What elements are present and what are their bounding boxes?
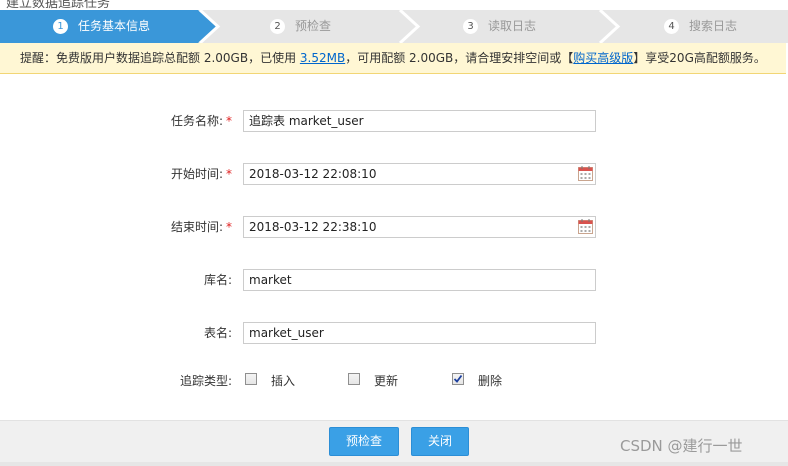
step-4: 4 搜索日志 (664, 10, 737, 43)
table-name-label: 表名: (203, 326, 232, 340)
step-4-number: 4 (664, 19, 679, 34)
insert-label: 插入 (271, 374, 296, 388)
step-3-separator (398, 10, 421, 43)
bottom-strip (0, 462, 788, 466)
insert-checkbox[interactable] (245, 373, 257, 385)
step-wizard: 1 任务基本信息 2 预检查 3 读取日志 4 搜索日志 (0, 10, 788, 43)
notice-middle: ，可用配额 2.00GB，请合理安排空间或【 (345, 51, 574, 65)
end-time-row: 结束时间: * 2018-03-12 22:38:10 (0, 216, 788, 240)
precheck-button[interactable]: 预检查 (329, 427, 399, 456)
delete-checkbox[interactable] (452, 373, 464, 385)
step-2: 2 预检查 (270, 10, 331, 43)
task-name-input[interactable]: 追踪表 market_user (243, 110, 596, 132)
step-4-separator (598, 10, 621, 43)
step-3-label: 读取日志 (488, 19, 537, 33)
close-button[interactable]: 关闭 (411, 427, 469, 456)
required-mark: * (226, 220, 232, 234)
track-type-label: 追踪类型: (179, 374, 232, 388)
step-3-number: 3 (463, 19, 478, 34)
task-name-row: 任务名称: * 追踪表 market_user (0, 110, 788, 134)
upgrade-link[interactable]: 购买高级版 (573, 51, 633, 65)
window-title-strip: 建立数据追踪任务 (0, 0, 788, 10)
step-4-label: 搜索日志 (689, 19, 738, 33)
delete-label: 删除 (478, 374, 503, 388)
required-mark: * (226, 114, 232, 128)
calendar-icon[interactable] (578, 219, 593, 234)
step-1: 1 任务基本信息 (53, 10, 150, 43)
checkmark-icon (453, 374, 463, 383)
calendar-icon[interactable] (578, 166, 593, 181)
track-type-row: 追踪类型: 插入 更新 删除 (0, 370, 788, 390)
quota-notice: 提醒：免费版用户数据追踪总配额 2.00GB，已使用 3.52MB，可用配额 2… (0, 43, 786, 74)
step-2-label: 预检查 (295, 19, 332, 33)
table-name-input[interactable]: market_user (243, 322, 596, 344)
used-quota-link[interactable]: 3.52MB (300, 51, 345, 65)
start-time-label: 开始时间: * (120, 163, 232, 185)
db-name-row: 库名: market (0, 269, 788, 293)
start-time-row: 开始时间: * 2018-03-12 22:08:10 (0, 163, 788, 187)
step-2-number: 2 (270, 19, 285, 34)
update-checkbox[interactable] (348, 373, 360, 385)
notice-prefix: 提醒：免费版用户数据追踪总配额 2.00GB，已使用 (20, 51, 300, 65)
required-mark: * (226, 167, 232, 181)
window-title: 建立数据追踪任务 (6, 0, 111, 10)
start-time-input[interactable]: 2018-03-12 22:08:10 (243, 163, 596, 185)
db-name-input[interactable]: market (243, 269, 596, 291)
table-name-row: 表名: market_user (0, 322, 788, 346)
start-time-label-text: 开始时间: (170, 167, 223, 181)
end-time-input[interactable]: 2018-03-12 22:38:10 (243, 216, 596, 238)
step-3: 3 读取日志 (463, 10, 536, 43)
step-1-label: 任务基本信息 (78, 19, 151, 33)
watermark: CSDN @建行一世 (620, 437, 743, 455)
task-name-label-text: 任务名称: (170, 114, 223, 128)
task-name-label: 任务名称: * (120, 110, 232, 132)
update-label: 更新 (374, 374, 399, 388)
end-time-label: 结束时间: * (120, 216, 232, 238)
step-1-number: 1 (53, 19, 68, 34)
notice-suffix: 】享受20G高配额服务。 (633, 51, 766, 65)
end-time-label-text: 结束时间: (170, 220, 223, 234)
db-name-label: 库名: (203, 273, 232, 287)
